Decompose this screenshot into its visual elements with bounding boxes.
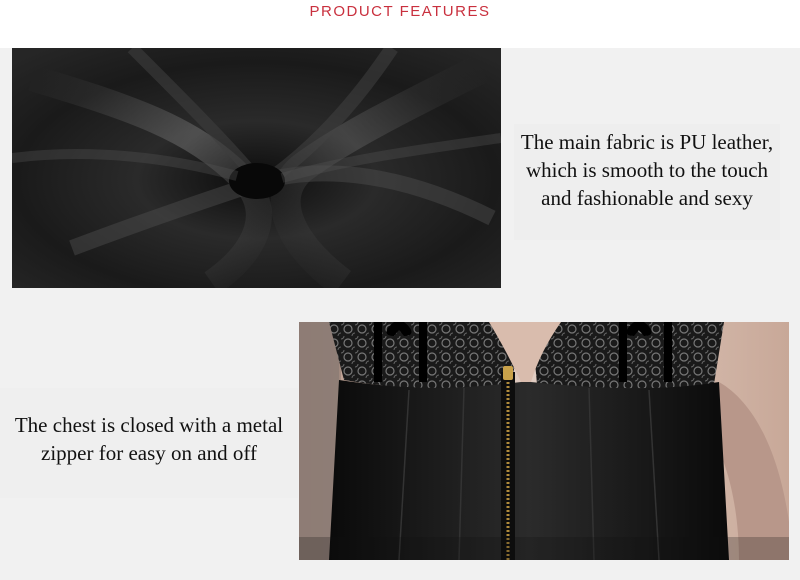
corset-photo-graphic <box>299 322 789 560</box>
fabric-caption-line-3: and fashionable and sexy <box>541 186 753 210</box>
zipper-caption-line-1: The chest is closed with a metal <box>14 413 284 437</box>
zipper-caption: The chest is closed with a metal zipper … <box>0 388 298 498</box>
corset-photo <box>299 322 789 560</box>
header-band: PRODUCT FEATURES <box>0 0 800 48</box>
fabric-caption: The main fabric is PU leather, which is … <box>514 124 780 240</box>
fabric-photo-graphic <box>12 48 501 288</box>
fabric-photo <box>12 48 501 288</box>
fabric-caption-line-1: The main fabric is PU leather, <box>520 130 774 154</box>
fabric-caption-line-2: which is smooth to the touch <box>525 158 769 182</box>
product-features-page: PRODUCT FEATURES The main fabric is PU l… <box>0 0 800 580</box>
page-title: PRODUCT FEATURES <box>309 3 491 20</box>
zipper-caption-line-2: zipper for easy on and off <box>41 441 257 465</box>
